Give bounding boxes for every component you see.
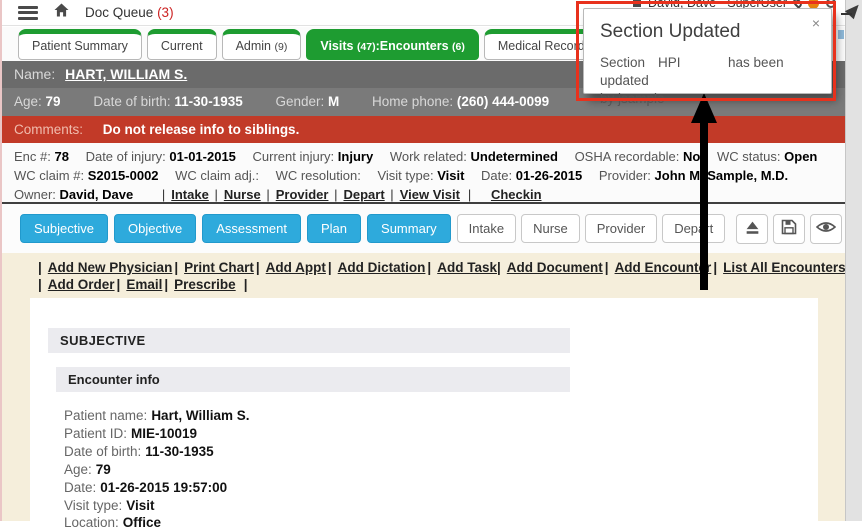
tab-current[interactable]: Current bbox=[147, 29, 217, 60]
detail-row: Patient name:Hart, William S. bbox=[64, 407, 818, 425]
popup-title: Section Updated bbox=[600, 21, 741, 43]
annotation-arrow-shaft bbox=[700, 118, 708, 290]
dob-pair: Date of birth: 11-30-1935 bbox=[93, 94, 258, 109]
work-area: Add New PhysicianPrint ChartAdd ApptAdd … bbox=[0, 253, 845, 521]
tab-admin[interactable]: Admin (9) bbox=[222, 29, 302, 60]
logout-icon[interactable] bbox=[826, 0, 836, 8]
action-links-right: Add Document Add Encounter List All Encoun… bbox=[495, 260, 857, 275]
window-left-edge bbox=[0, 0, 2, 521]
encounter-details: Patient name:Hart, William S. Patient ID… bbox=[64, 407, 818, 532]
detail-row: Visit type:Visit bbox=[64, 497, 818, 515]
view-button[interactable] bbox=[810, 214, 842, 244]
add-encounter-link[interactable]: Add Encounter bbox=[615, 260, 712, 275]
tab-patient-summary[interactable]: Patient Summary bbox=[18, 29, 142, 60]
doc-queue-label[interactable]: Doc Queue bbox=[85, 5, 153, 20]
vertical-scrollbar[interactable] bbox=[845, 0, 862, 521]
add-dictation-link[interactable]: Add Dictation bbox=[338, 260, 426, 275]
nurse-button[interactable]: Nurse bbox=[521, 214, 580, 243]
detail-row: Date of birth:11-30-1935 bbox=[64, 443, 818, 461]
patient-name-link[interactable]: HART, WILLIAM S. bbox=[65, 66, 187, 82]
email-link[interactable]: Email bbox=[126, 277, 162, 292]
depart-button[interactable]: Depart bbox=[662, 214, 725, 243]
hamburger-menu-icon[interactable] bbox=[18, 6, 38, 20]
popup-updated-by: by jsample bbox=[600, 91, 665, 106]
summary-button[interactable]: Summary bbox=[367, 214, 451, 243]
section-updated-popup: Section Updated × SectionHPIhas been upd… bbox=[583, 8, 832, 94]
detail-row: Age:79 bbox=[64, 461, 818, 479]
provider-button[interactable]: Provider bbox=[585, 214, 657, 243]
add-document-link[interactable]: Add Document bbox=[507, 260, 603, 275]
comments-label: Comments: bbox=[14, 122, 83, 137]
checkin-link[interactable]: Checkin bbox=[491, 187, 542, 202]
nurse-link[interactable]: Nurse bbox=[224, 187, 261, 202]
mouse-cursor-tail bbox=[841, 13, 852, 15]
detail-row: Patient ID:MIE-10019 bbox=[64, 425, 818, 443]
save-button[interactable] bbox=[773, 214, 805, 244]
add-order-link[interactable]: Add Order bbox=[48, 277, 115, 292]
eject-button[interactable] bbox=[736, 214, 768, 244]
note-card: SUBJECTIVE Encounter info Patient name:H… bbox=[30, 298, 818, 521]
home-icon[interactable] bbox=[53, 2, 70, 23]
name-label: Name: bbox=[14, 66, 55, 82]
breadcrumb[interactable]: Doc Queue (3) bbox=[85, 5, 174, 20]
intake-link[interactable]: Intake bbox=[171, 187, 209, 202]
subjective-section-header: SUBJECTIVE bbox=[48, 328, 570, 353]
add-appt-link[interactable]: Add Appt bbox=[266, 260, 326, 275]
workstation-icon bbox=[633, 0, 641, 7]
encounter-info-header: Encounter info bbox=[56, 367, 570, 392]
subjective-button[interactable]: Subjective bbox=[20, 214, 108, 243]
doc-queue-count: (3) bbox=[157, 5, 174, 20]
tab-visits-encounters[interactable]: Visits (47):Encounters (6) bbox=[306, 29, 479, 60]
depart-link[interactable]: Depart bbox=[343, 187, 384, 202]
age-pair: Age: 79 bbox=[14, 94, 77, 109]
popup-section-name: HPI bbox=[658, 54, 728, 72]
scrollbar-marker bbox=[838, 30, 844, 39]
action-links-row-1: Add New Physician Print Chart Add Appt Add … bbox=[0, 253, 845, 275]
add-new-physician-link[interactable]: Add New Physician bbox=[48, 260, 173, 275]
print-chart-link[interactable]: Print Chart bbox=[184, 260, 254, 275]
home-phone-pair: Home phone: (260) 444-0099 bbox=[372, 94, 565, 109]
eject-icon bbox=[744, 220, 761, 238]
encounter-info-strip: Enc #: 78 Date of injury: 01-01-2015 Cur… bbox=[0, 143, 845, 202]
detail-row: Location:Office bbox=[64, 514, 818, 532]
note-toolbar: Subjective Objective Assessment Plan Sum… bbox=[0, 204, 845, 253]
comments-text: Do not release info to siblings. bbox=[103, 122, 300, 137]
gender-pair: Gender: M bbox=[275, 94, 355, 109]
popup-body: SectionHPIhas been updated by jsample bbox=[600, 54, 831, 108]
assessment-button[interactable]: Assessment bbox=[202, 214, 301, 243]
provider-link[interactable]: Provider bbox=[276, 187, 329, 202]
encounter-row-2: WC claim #: S2015-0002 WC claim adj.: WC… bbox=[14, 166, 845, 185]
comments-alert-bar: Comments: Do not release info to sibling… bbox=[0, 116, 845, 143]
list-all-encounters-link[interactable]: List All Encounters bbox=[723, 260, 846, 275]
intake-button[interactable]: Intake bbox=[457, 214, 516, 243]
action-links-row-2: Add Order Email Prescribe bbox=[0, 275, 845, 292]
detail-row: Date:01-26-2015 19:57:00 bbox=[64, 479, 818, 497]
plan-button[interactable]: Plan bbox=[307, 214, 361, 243]
prescribe-link[interactable]: Prescribe bbox=[174, 277, 236, 292]
eye-icon bbox=[816, 220, 836, 237]
popup-close-icon[interactable]: × bbox=[812, 15, 820, 31]
toolbar-right-group: Intake Nurse Provider Depart bbox=[457, 214, 862, 244]
objective-button[interactable]: Objective bbox=[114, 214, 196, 243]
view-visit-link[interactable]: View Visit bbox=[400, 187, 460, 202]
add-task-link[interactable]: Add Task bbox=[437, 260, 497, 275]
encounter-stage-links: Intake Nurse Provider Depart View Visit … bbox=[160, 187, 542, 202]
save-icon bbox=[781, 219, 797, 238]
encounter-row-1: Enc #: 78 Date of injury: 01-01-2015 Cur… bbox=[14, 147, 845, 166]
